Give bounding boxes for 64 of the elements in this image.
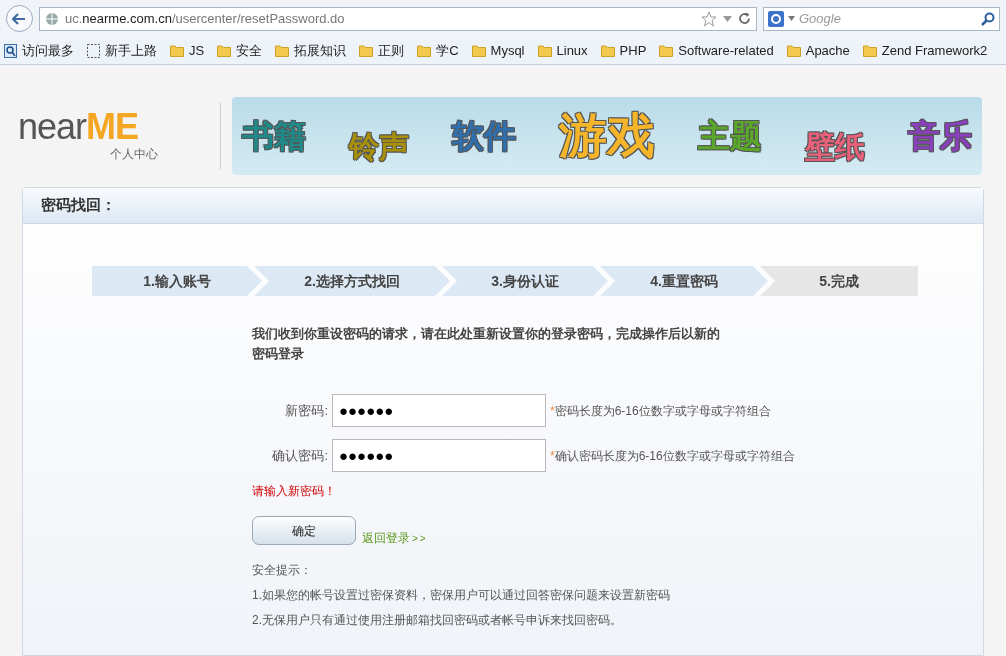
bookmark[interactable]: JS	[170, 40, 205, 61]
folder-icon	[600, 44, 615, 57]
bookmark[interactable]: 正则	[359, 40, 405, 61]
bookmark[interactable]: 访问最多	[4, 40, 74, 61]
back-button[interactable]	[6, 5, 33, 32]
dropdown-icon[interactable]	[723, 15, 732, 22]
folder-icon	[217, 44, 232, 57]
panel-title: 密码找回：	[41, 195, 116, 216]
logo-word: near	[18, 109, 87, 145]
required-mark: *	[550, 447, 555, 465]
bookmark[interactable]: Zend Framework2	[862, 40, 988, 61]
folder-icon	[359, 44, 374, 57]
url-text: uc.nearme.com.cn/usercenter/resetPassword.do	[64, 9, 345, 28]
search-field[interactable]: Google	[763, 6, 1000, 31]
page-icon	[87, 43, 100, 58]
field-label: 确认密码:	[271, 446, 329, 465]
password-field[interactable]: ●●●●●●	[332, 439, 546, 472]
field-hint: 密码长度为6-16位数字或字母或字符组合	[554, 402, 771, 420]
error-message: 请输入新密码！	[252, 483, 337, 500]
progress-step: 2.选择方式找回	[254, 266, 450, 296]
bookmark[interactable]: Mysql	[471, 40, 525, 61]
logo-subtitle: 个人中心	[110, 146, 158, 163]
instruction-text: 我们收到你重设密码的请求，请在此处重新设置你的登录密码，完成操作后以新的密码登录	[252, 325, 721, 363]
reload-icon[interactable]	[738, 12, 751, 25]
dropdown-icon[interactable]	[788, 16, 795, 21]
folder-icon	[537, 44, 552, 57]
bookmark[interactable]: Software-related	[659, 40, 774, 61]
bookmark[interactable]: PHP	[600, 40, 647, 61]
field-label: 新密码:	[284, 401, 329, 420]
search-icon[interactable]	[981, 11, 995, 26]
banner-word[interactable]: 音乐	[908, 112, 972, 160]
progress-step: 3.身份认证	[442, 266, 608, 296]
banner-word[interactable]: 软件	[452, 112, 516, 160]
folder-icon	[471, 44, 486, 57]
address-bar[interactable]: uc.nearme.com.cn/usercenter/resetPassword.do	[38, 6, 757, 31]
bookmark[interactable]: 安全	[217, 40, 263, 61]
folder-icon	[786, 44, 801, 57]
progress-step: 1.输入账号	[92, 266, 262, 296]
folder-icon	[170, 44, 184, 57]
search-input[interactable]: Google	[799, 8, 977, 29]
star-icon[interactable]	[701, 10, 717, 27]
field-hint: 确认密码长度为6-16位数字或字母或字符组合	[554, 447, 795, 465]
folder-icon	[659, 44, 674, 57]
bookmark[interactable]: Linux	[537, 40, 588, 61]
required-mark: *	[550, 402, 555, 420]
back-arrow-icon	[12, 12, 27, 25]
logo-accent: ME	[86, 109, 139, 145]
tip-text: 1.如果您的帐号设置过密保资料，密保用户可以通过回答密保问题来设置新密码	[252, 587, 671, 604]
bookmark[interactable]: 拓展知识	[275, 40, 347, 61]
bookmark[interactable]: 学C	[417, 40, 459, 61]
magnifier-icon	[4, 43, 17, 58]
bookmark[interactable]: 新手上路	[87, 40, 157, 61]
password-field[interactable]: ●●●●●●	[332, 394, 546, 427]
folder-icon	[417, 44, 432, 57]
folder-icon	[275, 44, 290, 57]
folder-icon	[862, 44, 877, 57]
progress-step: 5.完成	[760, 266, 918, 296]
confirm-button[interactable]: 确定	[252, 516, 356, 545]
globe-icon	[44, 11, 59, 26]
search-engine-icon	[768, 10, 784, 27]
bookmark[interactable]: Apache	[786, 40, 850, 61]
progress-step: 4.重置密码	[600, 266, 768, 296]
tips-title: 安全提示：	[252, 562, 313, 579]
tip-text: 2.无保用户只有通过使用注册邮箱找回密码或者帐号申诉来找回密码。	[252, 612, 623, 629]
